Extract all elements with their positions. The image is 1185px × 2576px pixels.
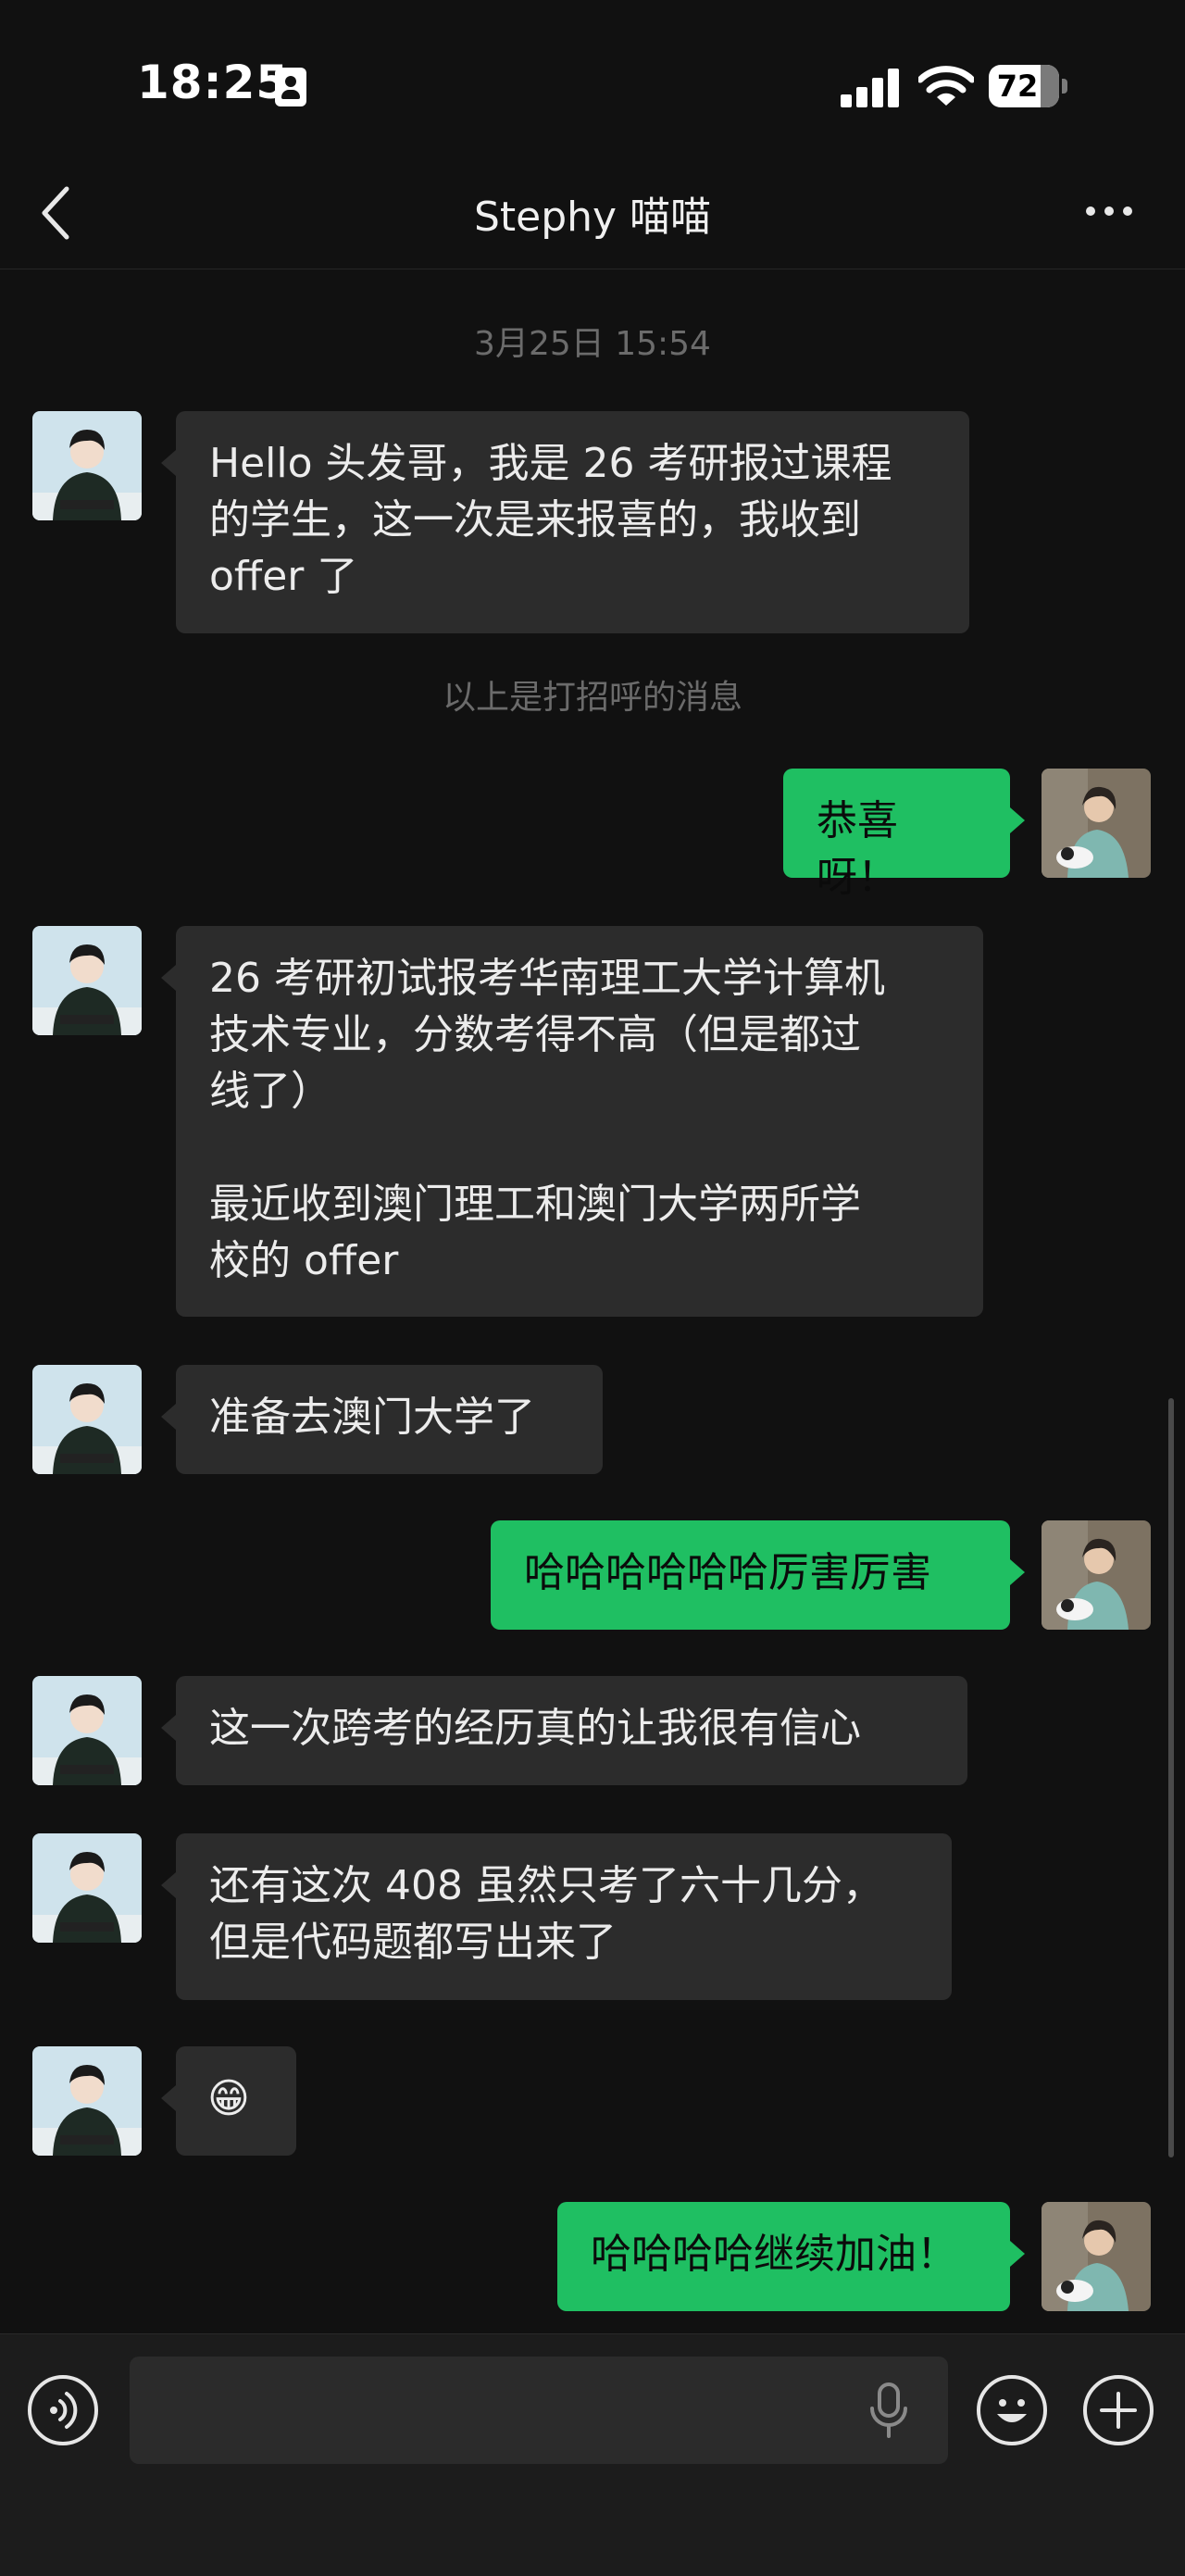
message-bubble-outgoing[interactable]: 恭喜呀！ — [783, 769, 1025, 901]
my-avatar[interactable] — [1042, 2202, 1151, 2311]
message-bubble-incoming[interactable]: 准备去澳门大学了 — [161, 1365, 603, 1474]
system-message: 以上是打招呼的消息 — [442, 679, 742, 717]
message-timestamp: 3月25日 15:54 — [474, 325, 711, 363]
message-bubble-outgoing[interactable]: 哈哈哈哈哈哈厉害厉害 — [491, 1520, 1025, 1630]
contact-avatar[interactable] — [32, 1365, 142, 1474]
contact-card-icon — [275, 68, 306, 106]
chat-header: Stephy 喵喵 — [0, 157, 1185, 269]
message-bubble-incoming[interactable]: 26 考研初试报考华南理工大学计算机 技术专业，分数考得不高（但是都过 线了） … — [161, 926, 983, 1317]
contact-avatar[interactable] — [32, 411, 142, 520]
contact-avatar[interactable] — [32, 1676, 142, 1785]
microphone-icon[interactable] — [866, 2381, 912, 2440]
wifi-icon — [918, 66, 974, 106]
my-avatar[interactable] — [1042, 1520, 1151, 1630]
emoji-icon[interactable] — [977, 2375, 1047, 2445]
contact-avatar[interactable] — [32, 2046, 142, 2156]
message-bubble-outgoing[interactable]: 哈哈哈哈继续加油！ — [557, 2202, 1025, 2311]
input-bar — [0, 2333, 1185, 2576]
chat-scrollbar[interactable] — [1168, 1398, 1174, 2157]
message-bubble-incoming[interactable]: Hello 头发哥，我是 26 考研报过课程 的学生，这一次是来报喜的，我收到 … — [161, 411, 969, 633]
battery-percent: 72 — [996, 69, 1039, 104]
contact-avatar[interactable] — [32, 1833, 142, 1943]
more-dots-icon[interactable] — [1081, 193, 1137, 230]
message-bubble-emoji[interactable]: 😁 — [161, 2046, 296, 2156]
voice-icon[interactable] — [28, 2375, 98, 2445]
chat-title: Stephy 喵喵 — [473, 194, 712, 241]
message-bubble-incoming[interactable]: 还有这次 408 虽然只考了六十几分， 但是代码题都写出来了 — [161, 1833, 952, 2000]
cellular-signal-icon — [841, 67, 900, 107]
contact-avatar[interactable] — [32, 926, 142, 1035]
message-bubble-incoming[interactable]: 这一次跨考的经历真的让我很有信心 — [161, 1676, 967, 1785]
status-bar: 18:25 72 — [0, 0, 1185, 157]
my-avatar[interactable] — [1042, 769, 1151, 878]
message-input[interactable] — [130, 2357, 948, 2464]
battery-icon: 72 — [989, 65, 1068, 107]
status-time: 18:25 — [137, 56, 290, 109]
plus-icon[interactable] — [1083, 2375, 1154, 2445]
